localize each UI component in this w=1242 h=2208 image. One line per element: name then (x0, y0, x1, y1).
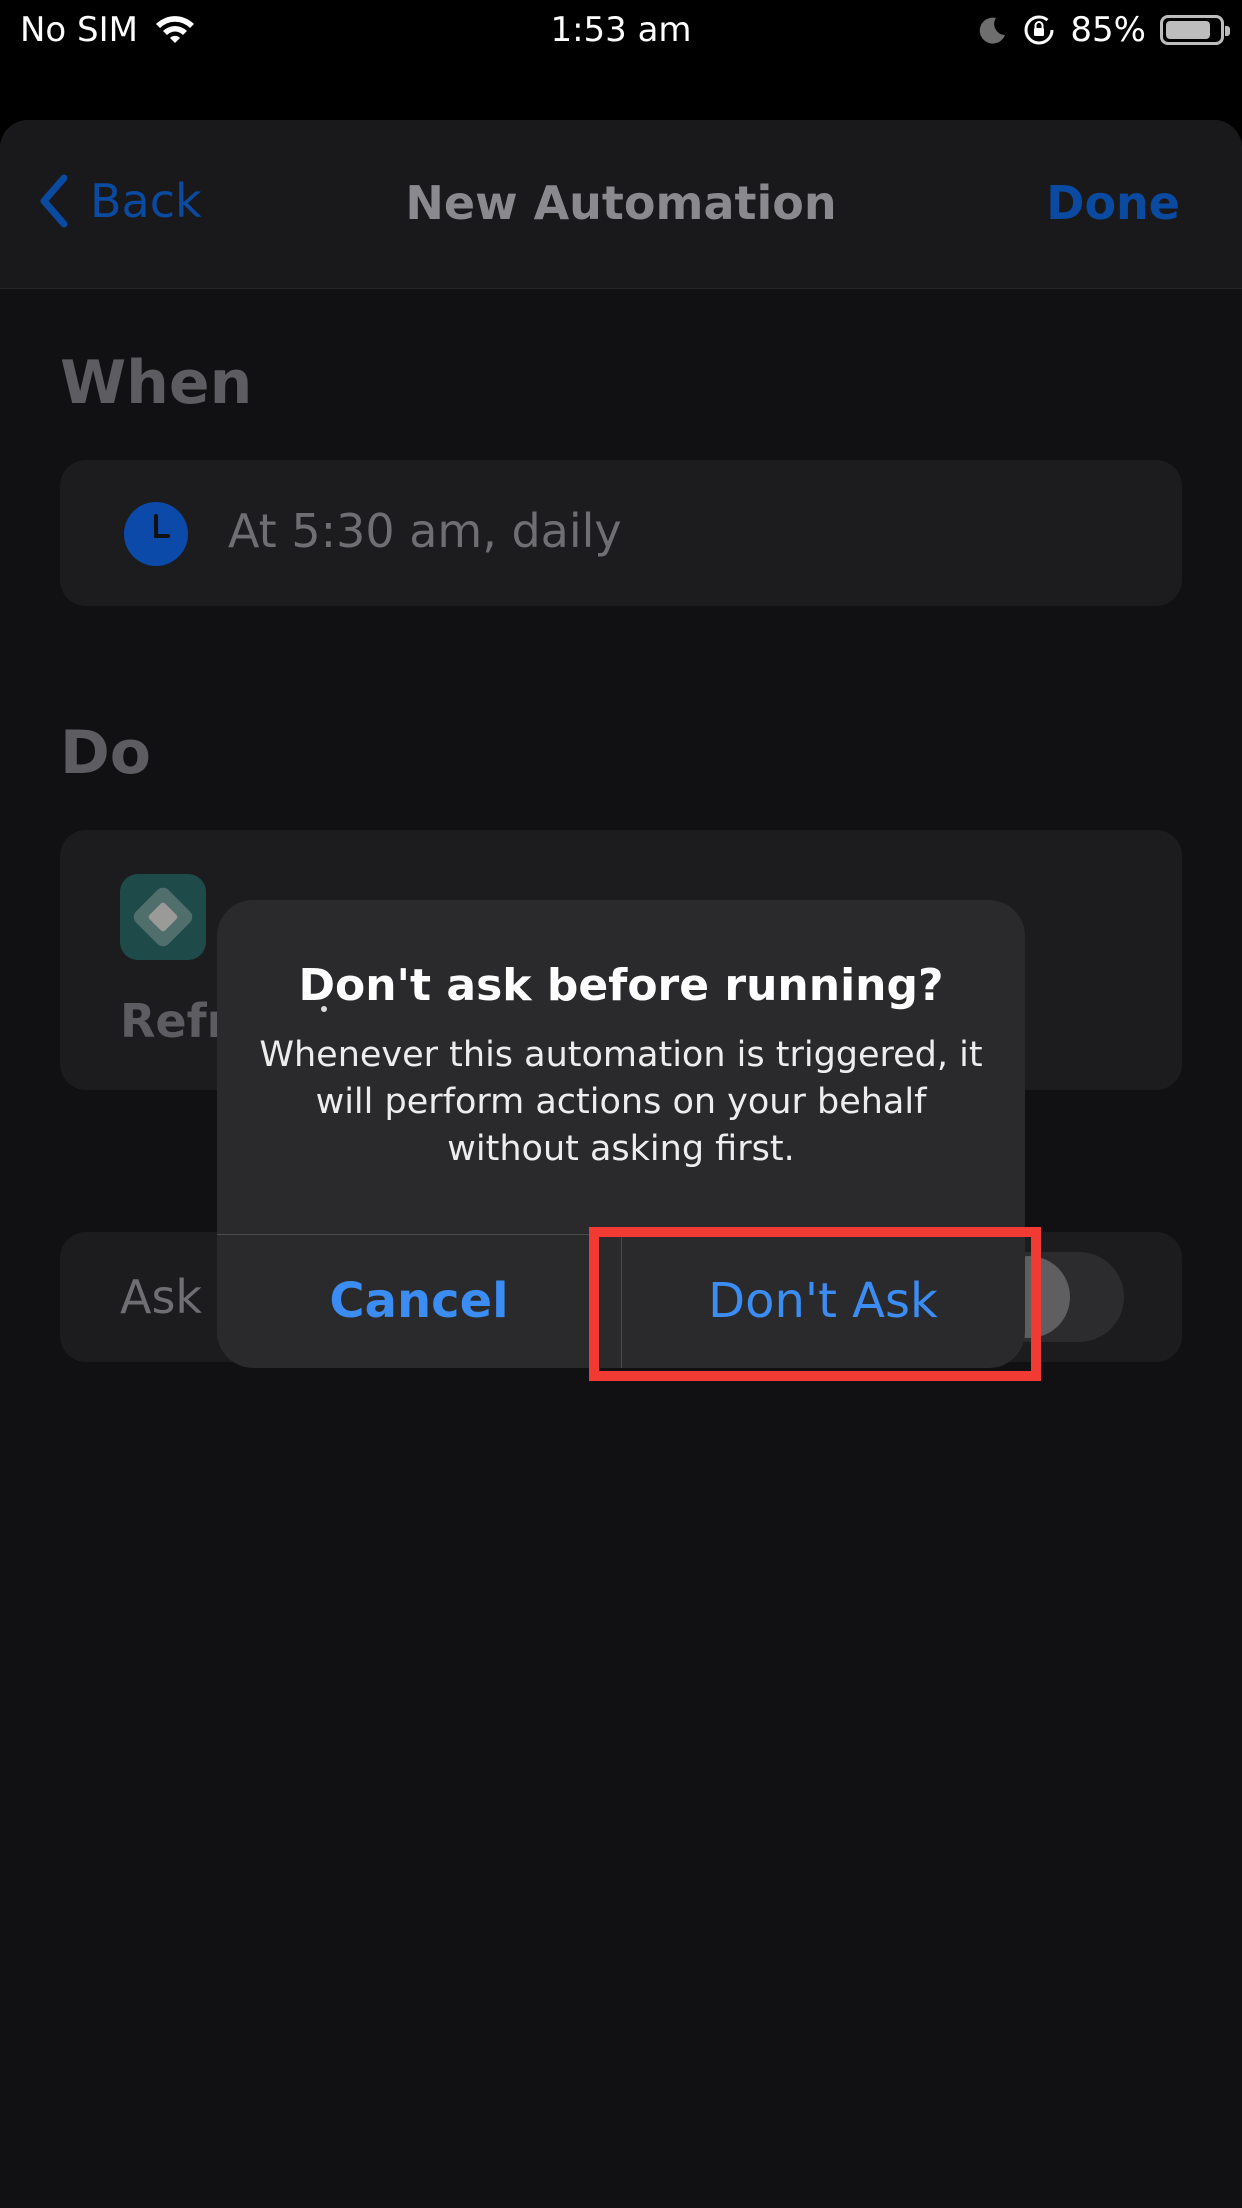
trigger-row[interactable]: At 5:30 am, daily (60, 460, 1182, 606)
when-section-title: When (60, 348, 253, 418)
done-button[interactable]: Done (1046, 176, 1180, 230)
cancel-button[interactable]: Cancel (217, 1234, 621, 1368)
status-right: 85% (964, 10, 1230, 50)
rotation-lock-icon (1024, 15, 1054, 45)
trigger-text: At 5:30 am, daily (228, 504, 622, 558)
alert-message: Whenever this automation is triggered, i… (259, 1035, 983, 1169)
alert-title: Don't ask before running? (298, 960, 944, 1011)
status-bar: No SIM 1:53 am 85% (0, 0, 1242, 62)
nav-bar: Back New Automation Done (0, 120, 1242, 289)
highlight-box (589, 1227, 1041, 1381)
clock-icon (124, 502, 188, 566)
do-section-title: Do (60, 718, 152, 788)
battery-fill (1166, 21, 1210, 39)
moon-icon (980, 17, 1006, 44)
app-icon (120, 874, 206, 960)
battery-icon (1160, 15, 1230, 45)
battery-percent: 85% (1070, 10, 1146, 50)
action-label: Refr (120, 994, 230, 1048)
